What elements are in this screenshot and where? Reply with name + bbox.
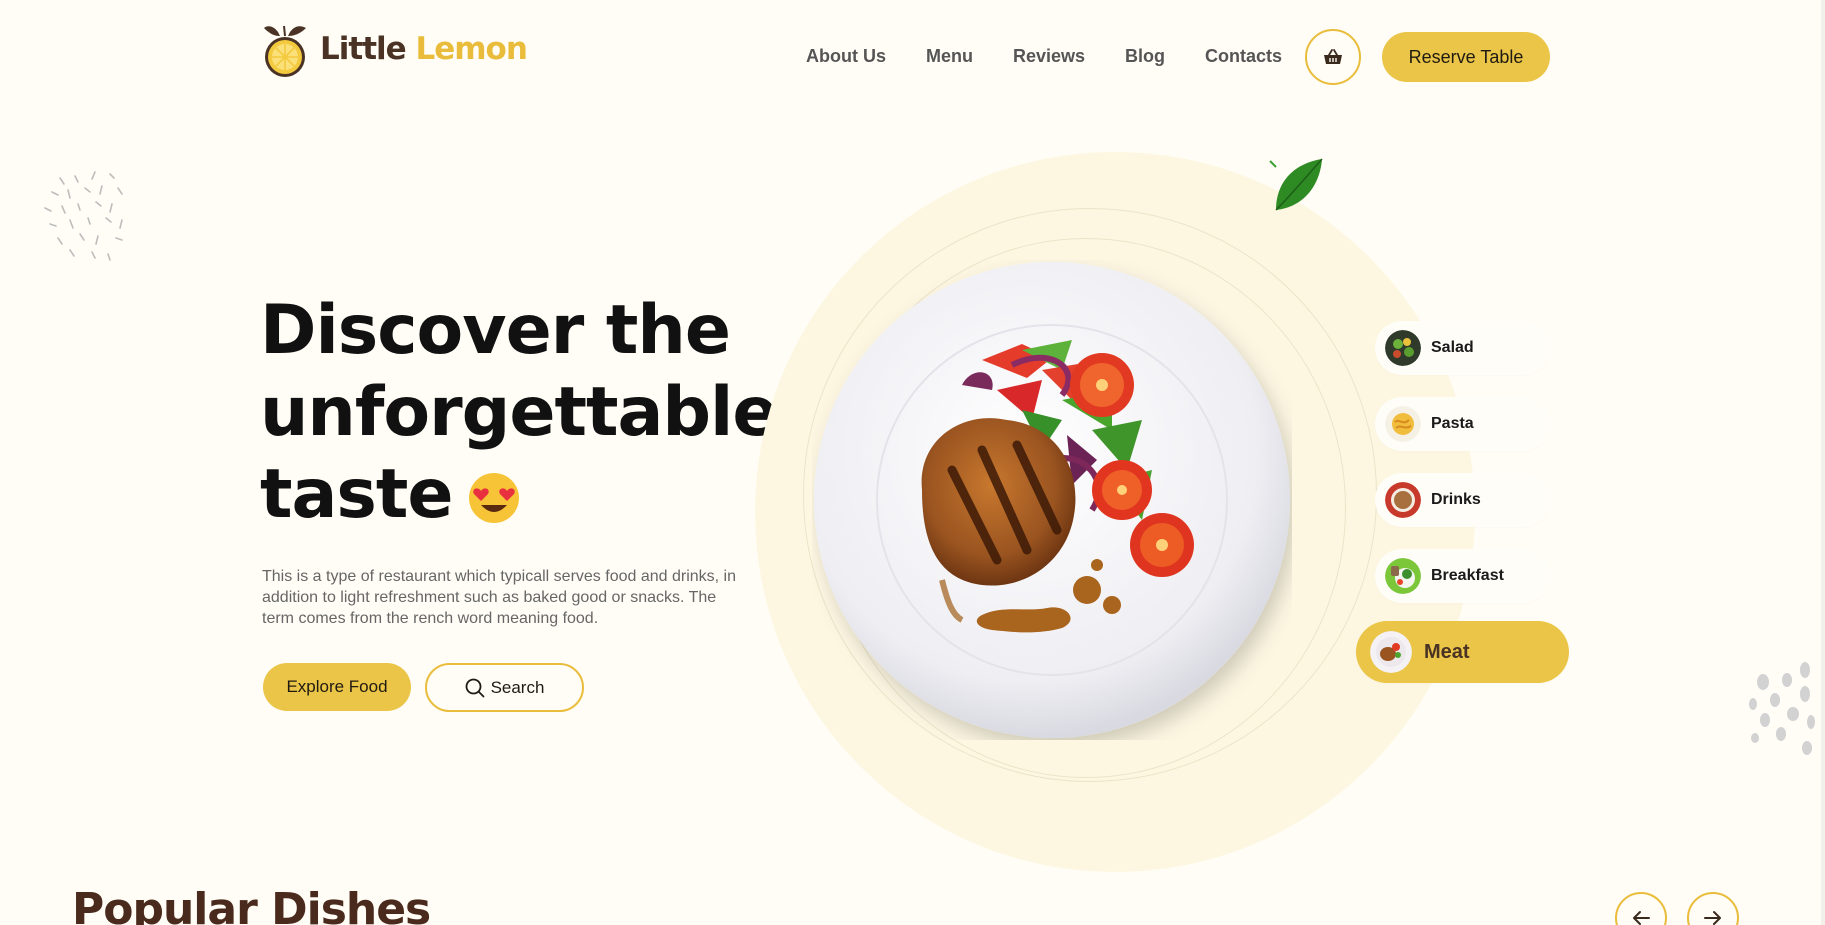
category-label: Pasta [1431, 415, 1474, 432]
category-salad[interactable]: Salad [1375, 321, 1550, 375]
nav-blog[interactable]: Blog [1125, 46, 1165, 67]
hero-description: This is a type of restaurant which typic… [262, 568, 736, 627]
dish-image-meat [814, 262, 1290, 738]
cart-button[interactable] [1305, 29, 1361, 85]
leaf-decoration-icon [1269, 158, 1323, 211]
salad-thumbnail-icon [1385, 330, 1421, 366]
carousel-next-button[interactable] [1687, 892, 1739, 925]
seeds-decoration [1749, 662, 1815, 755]
category-label: Meat [1424, 640, 1470, 663]
logo-word-little: Little [320, 31, 407, 67]
explore-food-button[interactable]: Explore Food [263, 663, 411, 711]
category-drinks[interactable]: Drinks [1375, 473, 1550, 527]
lemon-logo-icon [264, 25, 306, 77]
breakfast-thumbnail-icon [1385, 558, 1421, 594]
drinks-thumbnail-icon [1385, 482, 1421, 518]
logo-word-lemon: Lemon [415, 31, 527, 67]
basket-icon [1324, 49, 1342, 64]
search-icon [465, 678, 484, 697]
hero-title-line-1: Discover the [260, 291, 731, 370]
logo[interactable]: Little Lemon [262, 20, 528, 78]
category-label: Drinks [1431, 491, 1481, 508]
search-button[interactable]: Search [425, 663, 584, 712]
logo-text: Little Lemon [320, 31, 528, 67]
main-nav: About Us Menu Reviews Blog Contacts [806, 46, 1282, 67]
page: Little Lemon About Us Menu Reviews Blog … [0, 0, 1825, 925]
arrow-left-icon [1633, 911, 1650, 925]
sprinkles-decoration [44, 171, 123, 261]
nav-reviews[interactable]: Reviews [1013, 46, 1085, 67]
heart-eyes-emoji-icon [468, 473, 519, 524]
category-label: Breakfast [1431, 567, 1504, 584]
hero-title-line-3: taste [260, 455, 453, 534]
category-breakfast[interactable]: Breakfast [1375, 549, 1550, 603]
meat-thumbnail-icon [1370, 631, 1412, 673]
carousel-prev-button[interactable] [1615, 892, 1667, 925]
category-label: Salad [1431, 339, 1474, 356]
popular-dishes-title: Popular Dishes [72, 884, 431, 925]
reserve-table-button[interactable]: Reserve Table [1382, 32, 1550, 82]
page-scrollbar[interactable] [1821, 0, 1825, 925]
category-pasta[interactable]: Pasta [1375, 397, 1550, 451]
category-meat[interactable]: Meat [1356, 621, 1569, 683]
pasta-thumbnail-icon [1385, 406, 1421, 442]
search-label: Search [490, 677, 545, 697]
nav-about-us[interactable]: About Us [806, 46, 886, 67]
nav-contacts[interactable]: Contacts [1205, 46, 1282, 67]
arrow-right-icon [1704, 911, 1721, 925]
nav-menu[interactable]: Menu [926, 46, 973, 67]
